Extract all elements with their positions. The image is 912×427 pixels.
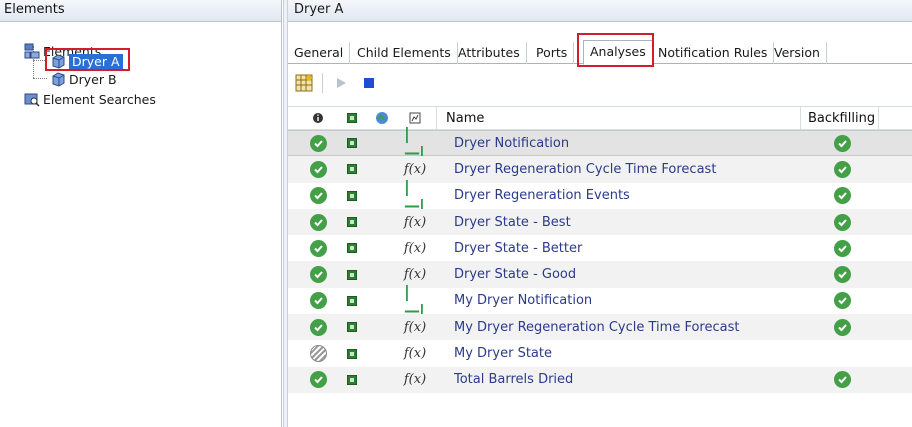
analysis-name: Dryer Regeneration Cycle Time Forecast (454, 161, 717, 177)
published-column-icon[interactable] (374, 111, 390, 125)
status-ok-icon (308, 187, 328, 205)
elements-pane-title: Elements (0, 0, 281, 22)
analysis-name: My Dryer Regeneration Cycle Time Forecas… (454, 319, 740, 335)
tab-attributes[interactable]: Attributes (452, 42, 527, 64)
column-divider[interactable] (878, 107, 879, 131)
table-row[interactable]: f(x) Total Barrels Dried (288, 366, 912, 393)
grid-header: Name Backfilling (288, 106, 912, 131)
tab-version[interactable]: Version (768, 42, 827, 64)
template-column-icon[interactable] (344, 113, 360, 123)
table-row[interactable]: f(x) Dryer State - Best (288, 208, 912, 236)
template-icon (344, 190, 360, 201)
element-tree: Elements Dryer A Dryer B Element Searche… (0, 22, 281, 107)
backfill-ok-icon (808, 134, 876, 152)
table-row[interactable]: f(x) Dryer State - Good (288, 261, 912, 288)
table-row[interactable]: |—| My Dryer Notification (288, 282, 912, 320)
status-ok-icon (308, 371, 328, 389)
expression-icon: f(x) (403, 319, 427, 335)
grid-body: |—| Dryer Notification f(x) Dryer Regenerat… (288, 124, 912, 393)
tab-ports[interactable]: Ports (530, 42, 575, 64)
name-column-header[interactable]: Name (446, 111, 484, 126)
analyses-grid: Name Backfilling |—| Dryer Notification f(… (288, 106, 912, 393)
status-ok-icon (308, 213, 328, 231)
analysis-name: Dryer State - Best (454, 214, 571, 230)
expression-icon: f(x) (403, 267, 427, 283)
table-row[interactable]: f(x) My Dryer State (288, 340, 912, 366)
table-row[interactable]: |—| Dryer Notification (288, 124, 912, 162)
template-icon (344, 243, 360, 254)
analysis-name: My Dryer Notification (454, 293, 593, 309)
tab-child-elements[interactable]: Child Elements (351, 42, 458, 64)
element-hierarchy-icon (24, 43, 40, 59)
status-disabled-icon (308, 345, 328, 363)
table-row[interactable]: f(x) Dryer State - Better (288, 235, 912, 261)
new-analysis-icon[interactable] (292, 71, 316, 95)
backfill-ok-icon (808, 318, 876, 336)
tree-line (33, 78, 47, 79)
element-icon (50, 71, 66, 87)
template-icon (344, 322, 360, 333)
tab-notification-rules[interactable]: Notification Rules (652, 42, 775, 64)
status-ok-icon (308, 292, 328, 310)
analysis-name: Dryer State - Good (454, 267, 577, 283)
expression-icon: f(x) (403, 346, 427, 362)
template-icon (344, 138, 360, 149)
status-ok-icon (308, 134, 328, 152)
expression-icon: f(x) (403, 372, 427, 388)
expression-icon: f(x) (403, 214, 427, 230)
table-row[interactable]: f(x) Dryer Regeneration Cycle Time Foreca… (288, 156, 912, 183)
details-pane: Dryer A General Child Elements Attribute… (288, 0, 912, 427)
start-icon[interactable] (329, 71, 353, 95)
analysis-name: Dryer Regeneration Events (454, 188, 630, 204)
status-ok-icon (308, 239, 328, 257)
highlight-box (577, 33, 654, 67)
status-ok-icon (308, 160, 328, 178)
analyses-toolbar (288, 68, 912, 98)
backfill-ok-icon (808, 292, 876, 310)
column-divider[interactable] (800, 107, 801, 131)
table-row[interactable]: f(x) My Dryer Regeneration Cycle Time For… (288, 314, 912, 341)
details-pane-title: Dryer A (288, 0, 912, 22)
template-icon (344, 217, 360, 228)
analysis-name: My Dryer State (454, 346, 552, 362)
toolbar-separator (322, 73, 323, 93)
backfill-ok-icon (808, 160, 876, 178)
analysis-name: Dryer Notification (454, 135, 570, 151)
tree-item-element-searches[interactable]: Element Searches (24, 90, 156, 108)
search-folder-icon (24, 91, 40, 107)
analysis-name: Total Barrels Dried (454, 372, 574, 388)
template-icon (344, 164, 360, 175)
expression-icon: f(x) (403, 240, 427, 256)
template-icon (344, 374, 360, 385)
backfill-ok-icon (808, 239, 876, 257)
highlight-box (45, 48, 130, 71)
template-icon (344, 269, 360, 280)
status-ok-icon (308, 318, 328, 336)
stop-icon[interactable] (357, 71, 381, 95)
tree-item-dryer-b[interactable]: Dryer B (50, 70, 117, 88)
expression-icon: f(x) (403, 161, 427, 177)
tree-item-label: Element Searches (43, 91, 156, 107)
backfill-ok-icon (808, 187, 876, 205)
type-column-icon[interactable] (404, 112, 426, 124)
backfill-ok-icon (808, 213, 876, 231)
tab-general[interactable]: General (288, 42, 351, 64)
template-icon (344, 348, 360, 359)
backfill-ok-icon (808, 266, 876, 284)
table-row[interactable]: |—| Dryer Regeneration Events (288, 177, 912, 215)
status-column-icon[interactable] (308, 112, 328, 124)
tree-item-label: Dryer B (69, 71, 117, 87)
elements-pane: Elements Elements Dryer A Dryer B Elemen… (0, 0, 282, 427)
backfilling-column-header[interactable]: Backfilling (808, 111, 876, 126)
analysis-name: Dryer State - Better (454, 240, 583, 256)
backfill-ok-icon (808, 371, 876, 389)
template-icon (344, 295, 360, 306)
status-ok-icon (308, 266, 328, 284)
column-divider[interactable] (436, 107, 437, 131)
